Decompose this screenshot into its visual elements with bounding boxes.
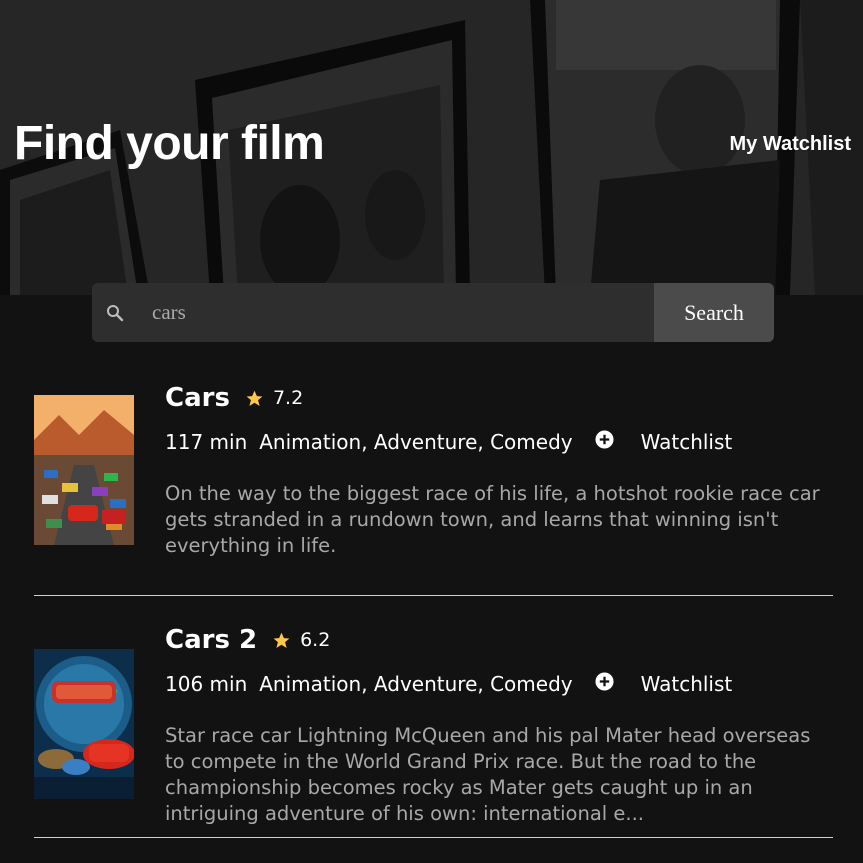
meta-row: 117 min Animation, Adventure, Comedy Wat… [165, 427, 833, 457]
page-title: Find your film [14, 117, 325, 170]
film-runtime: 117 min [165, 430, 248, 454]
film-plot: On the way to the biggest race of his li… [165, 482, 820, 557]
film-item: Cars 7.2 117 min Animation, Adventure, C… [34, 360, 833, 596]
search-input[interactable] [152, 283, 654, 342]
hero-banner: Find your film My Watchlist [0, 0, 863, 295]
title-row: Cars 2 6.2 [165, 620, 833, 660]
cars-2-poster-image [34, 649, 134, 799]
film-poster [34, 649, 134, 799]
add-circle-icon[interactable] [595, 429, 614, 449]
film-title: Cars 2 [165, 625, 258, 655]
search-bar: Search [92, 283, 774, 342]
title-row: Cars 7.2 [165, 378, 833, 418]
meta-row: 106 min Animation, Adventure, Comedy Wat… [165, 669, 833, 699]
add-to-watchlist-button[interactable]: Watchlist [641, 672, 733, 696]
film-plot: Star race car Lightning McQueen and his … [165, 724, 811, 825]
film-title: Cars [165, 383, 230, 413]
star-icon [245, 389, 264, 408]
film-poster [34, 395, 134, 545]
add-to-watchlist-button[interactable]: Watchlist [641, 430, 733, 454]
film-genres: Animation, Adventure, Comedy [259, 430, 573, 454]
film-runtime: 106 min [165, 672, 248, 696]
cars-poster-image [34, 395, 134, 545]
results-list: Cars 7.2 117 min Animation, Adventure, C… [34, 360, 833, 838]
my-watchlist-link[interactable]: My Watchlist [730, 133, 852, 156]
film-info: Cars 7.2 117 min Animation, Adventure, C… [165, 378, 833, 559]
film-rating: 6.2 [300, 629, 331, 651]
film-rating: 7.2 [272, 387, 304, 409]
search-button[interactable]: Search [654, 283, 774, 342]
page: Find your film My Watchlist Search [0, 0, 863, 863]
film-genres: Animation, Adventure, Comedy [259, 672, 573, 696]
search-icon [106, 304, 124, 322]
star-icon [272, 631, 291, 650]
film-item: Cars 2 6.2 106 min Animation, Adventure,… [34, 602, 833, 838]
add-circle-icon[interactable] [595, 671, 614, 691]
search-field [92, 283, 654, 342]
film-info: Cars 2 6.2 106 min Animation, Adventure,… [165, 620, 833, 827]
